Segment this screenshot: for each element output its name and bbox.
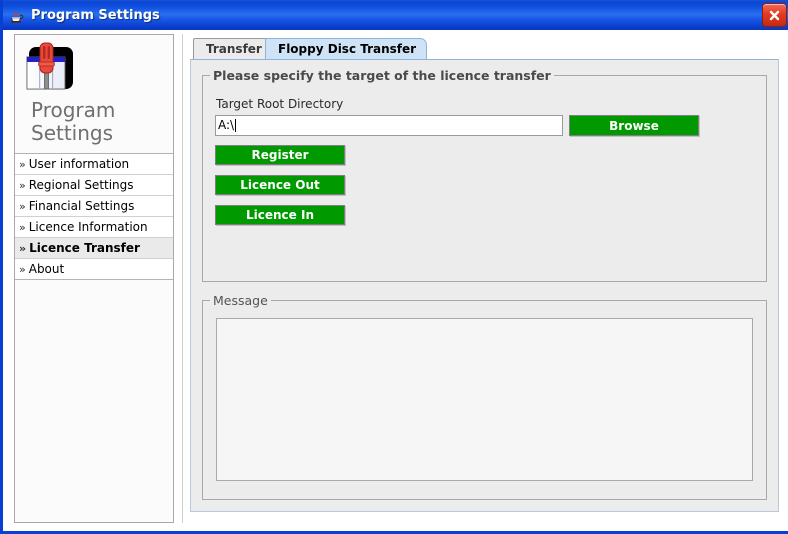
right-pane: Transfer Floppy Disc Transfer Please spe… <box>190 38 779 520</box>
sidebar-item-regional-settings[interactable]: » Regional Settings <box>15 175 173 196</box>
sidebar: Program Settings » User information » Regi… <box>14 34 174 523</box>
chevron-right-icon: » <box>19 263 26 276</box>
tab-panel-floppy-disc-transfer: Please specify the target of the licence… <box>190 59 779 512</box>
licence-in-button[interactable]: Licence In <box>215 205 345 225</box>
screwdriver-settings-icon <box>26 42 73 90</box>
tab-floppy-disc-transfer[interactable]: Floppy Disc Transfer <box>265 38 428 59</box>
program-settings-window: Program Settings Program Settings » User… <box>0 0 788 534</box>
sidebar-title: Program Settings <box>31 98 116 145</box>
message-group-legend: Message <box>210 293 271 308</box>
sidebar-item-label: Licence Transfer <box>29 241 140 255</box>
sidebar-item-label: Regional Settings <box>28 178 134 192</box>
tab-strip: Transfer Floppy Disc Transfer <box>193 38 779 60</box>
sidebar-item-licence-transfer[interactable]: » Licence Transfer <box>15 238 173 259</box>
target-root-directory-input[interactable]: A:\ <box>215 115 563 136</box>
sidebar-logo: Program Settings <box>15 35 173 145</box>
pane-divider <box>182 34 183 523</box>
sidebar-item-label: User information <box>28 157 130 171</box>
sidebar-item-label: Licence Information <box>28 220 148 234</box>
tab-transfer[interactable]: Transfer <box>193 38 273 59</box>
sidebar-item-label: About <box>28 262 65 276</box>
register-button[interactable]: Register <box>215 145 345 165</box>
target-root-directory-value: A:\ <box>218 118 235 132</box>
chevron-right-icon: » <box>19 242 27 255</box>
message-group: Message <box>202 293 767 500</box>
window-title: Program Settings <box>31 7 160 23</box>
sidebar-item-licence-information[interactable]: » Licence Information <box>15 217 173 238</box>
target-group-legend: Please specify the target of the licence… <box>210 68 554 83</box>
text-caret <box>235 119 237 132</box>
close-icon[interactable] <box>762 3 787 27</box>
sidebar-item-about[interactable]: » About <box>15 259 173 279</box>
sidebar-item-label: Financial Settings <box>28 199 135 213</box>
sidebar-item-financial-settings[interactable]: » Financial Settings <box>15 196 173 217</box>
target-group: Please specify the target of the licence… <box>202 68 767 282</box>
title-bar: Program Settings <box>3 0 788 30</box>
sidebar-nav: » User information » Regional Settings » Fi… <box>15 153 173 280</box>
target-root-directory-label: Target Root Directory <box>216 97 344 111</box>
message-textarea[interactable] <box>216 318 753 481</box>
java-coffee-cup-icon <box>8 6 26 24</box>
chevron-right-icon: » <box>19 200 26 213</box>
licence-out-button[interactable]: Licence Out <box>215 175 345 195</box>
chevron-right-icon: » <box>19 221 26 234</box>
sidebar-item-user-information[interactable]: » User information <box>15 154 173 175</box>
chevron-right-icon: » <box>19 158 26 171</box>
browse-button[interactable]: Browse <box>569 115 699 136</box>
client-area: Program Settings » User information » Regi… <box>6 30 788 531</box>
chevron-right-icon: » <box>19 179 26 192</box>
